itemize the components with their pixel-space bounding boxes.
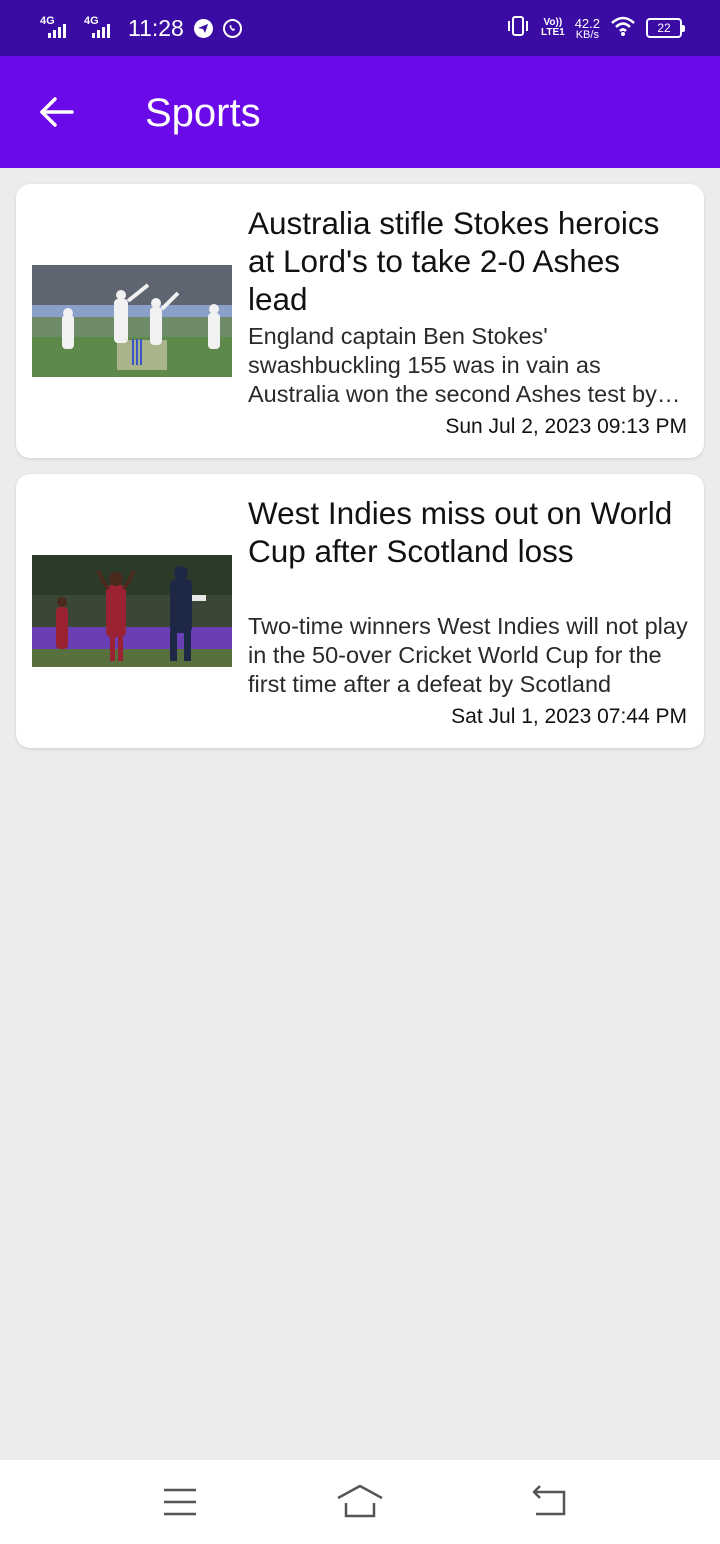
back-icon bbox=[532, 1485, 566, 1516]
cricket-players-photo bbox=[32, 555, 232, 667]
menu-icon bbox=[164, 1488, 196, 1516]
whatsapp-icon bbox=[222, 18, 242, 38]
article-description: Two-time winners West Indies will not pl… bbox=[248, 613, 688, 697]
status-time: 11:28 bbox=[128, 14, 184, 41]
system-back-button[interactable] bbox=[526, 1482, 574, 1522]
article-date: Sun Jul 2, 2023 09:13 PM bbox=[445, 415, 687, 438]
article-title: Australia stifle Stokes heroics at Lord'… bbox=[248, 205, 660, 317]
net-speed: 42.2 KB/s bbox=[574, 15, 600, 41]
signal-icon: 4G bbox=[40, 16, 74, 40]
telegram-icon bbox=[193, 18, 213, 38]
volte-icon: Vo)) LTE1 bbox=[541, 18, 565, 38]
article-card[interactable]: West Indies miss out on World Cup after … bbox=[16, 474, 704, 748]
arrow-left-icon bbox=[40, 97, 74, 127]
volte-bottom: LTE1 bbox=[540, 27, 565, 38]
net-speed-value: 42.2 bbox=[574, 15, 600, 31]
menu-button[interactable] bbox=[156, 1482, 204, 1522]
home-button[interactable] bbox=[336, 1482, 384, 1522]
status-left: 4G 4G 11:28 bbox=[40, 15, 242, 42]
battery-icon: 22 bbox=[646, 18, 685, 38]
home-icon bbox=[337, 1484, 383, 1518]
page-title: Sports bbox=[145, 91, 261, 135]
status-right: Vo)) LTE1 42.2 KB/s 22 bbox=[505, 15, 685, 42]
back-button[interactable] bbox=[36, 92, 76, 132]
app-bar: Sports bbox=[0, 56, 720, 168]
article-list: Australia stifle Stokes heroics at Lord'… bbox=[16, 184, 704, 764]
wifi-icon bbox=[610, 15, 636, 42]
net-speed-unit: KB/s bbox=[575, 28, 599, 41]
article-date: Sat Jul 1, 2023 07:44 PM bbox=[451, 705, 687, 728]
article-title: West Indies miss out on World Cup after … bbox=[248, 495, 673, 569]
article-card[interactable]: Australia stifle Stokes heroics at Lord'… bbox=[16, 184, 704, 458]
battery-level: 22 bbox=[657, 21, 671, 35]
article-description: England captain Ben Stokes' swashbucklin… bbox=[248, 323, 657, 407]
status-bar: 4G 4G 11:28 Vo)) LTE1 42.2 KB/s 22 bbox=[0, 0, 720, 56]
system-nav-bar bbox=[0, 1460, 720, 1544]
cricket-celebration-photo bbox=[32, 265, 232, 377]
signal-icon: 4G bbox=[84, 16, 118, 40]
vibrate-icon bbox=[505, 15, 531, 42]
